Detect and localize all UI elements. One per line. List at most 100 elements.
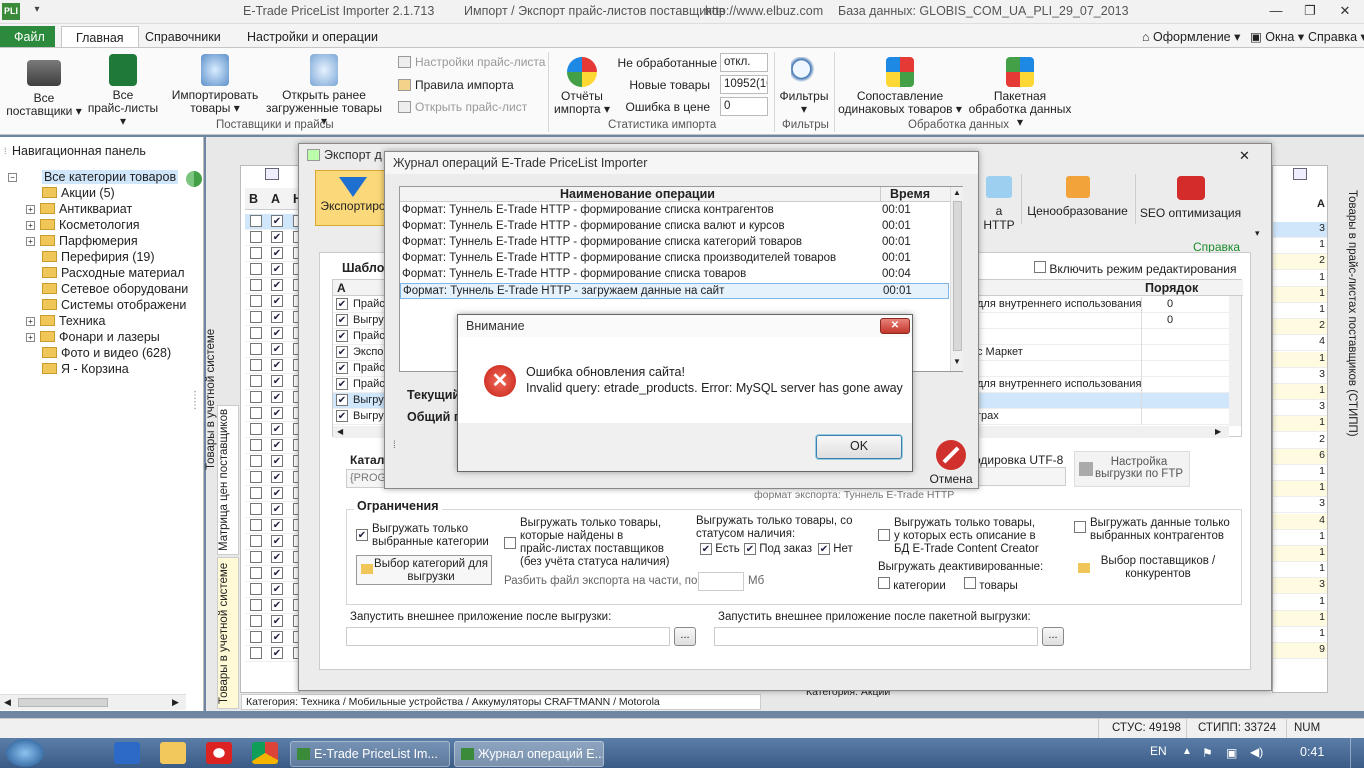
row-checkbox[interactable] — [250, 231, 262, 243]
list-item[interactable]: 2 — [1273, 319, 1327, 336]
list-item[interactable]: 4 — [1273, 513, 1327, 530]
scroll-up-icon[interactable]: ▲ — [953, 188, 961, 197]
tab-home[interactable]: Главная — [61, 26, 139, 48]
tree-item[interactable]: Фото и видео (628) — [26, 346, 216, 362]
open-loaded-goods-button[interactable]: Открыть ранее загруженные товары ▾ — [262, 54, 386, 128]
list-item[interactable]: 1 — [1273, 594, 1327, 611]
row-checkbox[interactable] — [271, 583, 283, 595]
row-checkbox[interactable] — [336, 314, 348, 326]
run-after-browse-button[interactable]: ... — [674, 627, 696, 646]
list-item[interactable]: 1 — [1273, 416, 1327, 433]
table-row[interactable]: Формат: Туннель E-Trade HTTP - формирова… — [400, 251, 949, 267]
all-suppliers-button[interactable]: Все поставщики ▾ — [6, 54, 82, 118]
table-row[interactable]: Формат: Туннель E-Trade HTTP - формирова… — [400, 235, 949, 251]
table-row[interactable]: Формат: Туннель E-Trade HTTP - формирова… — [400, 219, 949, 235]
row-checkbox[interactable] — [271, 487, 283, 499]
table-row[interactable] — [245, 614, 305, 630]
table-row[interactable] — [245, 646, 305, 662]
deact-goods-checkbox[interactable]: товары — [964, 577, 1018, 592]
list-item[interactable]: 1 — [1273, 303, 1327, 319]
flag-icon[interactable]: ⚑ — [1202, 746, 1213, 760]
task-etrade[interactable]: E-Trade PriceList Im... — [290, 741, 450, 767]
list-item[interactable]: 3 — [1273, 400, 1327, 417]
menu-windows[interactable]: ▣ Окна ▾ — [1250, 29, 1304, 44]
show-desktop-button[interactable] — [1350, 738, 1364, 768]
row-checkbox[interactable] — [336, 346, 348, 358]
row-checkbox[interactable] — [250, 583, 262, 595]
tree-item[interactable]: + Парфюмерия — [26, 234, 216, 250]
table-row[interactable] — [245, 342, 305, 358]
row-checkbox[interactable] — [271, 295, 283, 307]
clock[interactable]: 0:41 — [1300, 745, 1324, 759]
row-checkbox[interactable] — [250, 423, 262, 435]
list-item[interactable]: 3 — [1273, 222, 1327, 238]
open-pricelist-button[interactable]: Открыть прайс-лист — [398, 100, 527, 114]
list-item[interactable]: 1 — [1273, 351, 1327, 368]
row-checkbox[interactable] — [271, 423, 283, 435]
table-row[interactable] — [245, 230, 305, 246]
scroll-right-icon[interactable]: ▶ — [172, 697, 179, 708]
match-goods-button[interactable]: Сопоставление одинаковых товаров ▾ — [838, 54, 962, 116]
restore-icon[interactable]: ❐ — [1299, 3, 1321, 21]
row-checkbox[interactable] — [271, 535, 283, 547]
menu-design[interactable]: ⌂ Оформление ▾ — [1142, 29, 1240, 44]
row-checkbox[interactable] — [271, 599, 283, 611]
export-tool-button[interactable]: Экспортиро — [315, 170, 391, 226]
table-row[interactable] — [245, 582, 305, 598]
ftp-settings-button[interactable]: Настройка выгрузки по FTP — [1074, 451, 1190, 487]
tree-root[interactable]: − Все категории товаров — [8, 170, 198, 186]
row-checkbox[interactable] — [250, 551, 262, 563]
row-checkbox[interactable] — [250, 615, 262, 627]
tab-references[interactable]: Справочники — [131, 26, 235, 48]
run-after-input[interactable] — [346, 627, 670, 646]
encoding-field[interactable] — [974, 467, 1066, 486]
row-checkbox[interactable] — [271, 551, 283, 563]
table-row[interactable] — [245, 470, 305, 486]
table-row[interactable] — [245, 310, 305, 326]
close-icon[interactable]: ✕ — [1334, 3, 1356, 21]
table-row[interactable] — [245, 502, 305, 518]
seo-button[interactable]: SEO оптимизация — [1135, 174, 1245, 224]
row-checkbox[interactable] — [336, 410, 348, 422]
tab-file[interactable]: Файл — [0, 26, 55, 48]
row-checkbox[interactable] — [250, 503, 262, 515]
row-checkbox[interactable] — [271, 631, 283, 643]
row-checkbox[interactable] — [271, 615, 283, 627]
scroll-down-icon[interactable]: ▼ — [953, 357, 961, 366]
row-checkbox[interactable] — [250, 439, 262, 451]
table-row[interactable] — [245, 326, 305, 342]
vtab-supplier-matrix[interactable]: Матрица цен поставщиков — [217, 405, 239, 555]
row-checkbox[interactable] — [271, 647, 283, 659]
row-checkbox[interactable] — [250, 647, 262, 659]
vtab-supplier-goods[interactable]: Товары в прайс-листах поставщиков (СТИПП… — [1342, 190, 1358, 520]
run-after-batch-input[interactable] — [714, 627, 1038, 646]
row-checkbox[interactable] — [250, 407, 262, 419]
split-size-input[interactable] — [698, 572, 744, 591]
table-row[interactable] — [245, 214, 305, 230]
list-item[interactable]: 1 — [1273, 384, 1327, 400]
export-http-button[interactable]: а HTTP — [979, 176, 1019, 232]
table-row[interactable] — [245, 598, 305, 614]
list-item[interactable]: 3 — [1273, 497, 1327, 514]
row-checkbox[interactable] — [271, 519, 283, 531]
row-checkbox[interactable] — [271, 391, 283, 403]
tree-item[interactable]: Расходные материал — [26, 266, 216, 282]
powershell-icon[interactable] — [114, 742, 140, 764]
list-item[interactable]: 1 — [1273, 610, 1327, 627]
drag-handle-icon[interactable]: ⁞ — [4, 146, 7, 156]
list-item[interactable]: 3 — [1273, 578, 1327, 595]
tree-item[interactable]: Перефирия (19) — [26, 250, 216, 266]
cancel-button[interactable]: Отмена — [929, 440, 973, 486]
list-item[interactable]: 1 — [1273, 627, 1327, 643]
export-close-icon[interactable]: ✕ — [1239, 148, 1250, 164]
grid-toggle-icon[interactable] — [1293, 168, 1307, 180]
pricing-button[interactable]: Ценообразование — [1021, 174, 1133, 224]
status-order-checkbox[interactable]: Под заказ — [744, 543, 812, 555]
list-item[interactable]: 3 — [1273, 367, 1327, 384]
row-checkbox[interactable] — [271, 471, 283, 483]
list-item[interactable]: 2 — [1273, 254, 1327, 271]
row-checkbox[interactable] — [271, 439, 283, 451]
task-log[interactable]: Журнал операций E... — [454, 741, 604, 767]
row-checkbox[interactable] — [271, 215, 283, 227]
collapse-icon[interactable]: − — [8, 173, 17, 182]
